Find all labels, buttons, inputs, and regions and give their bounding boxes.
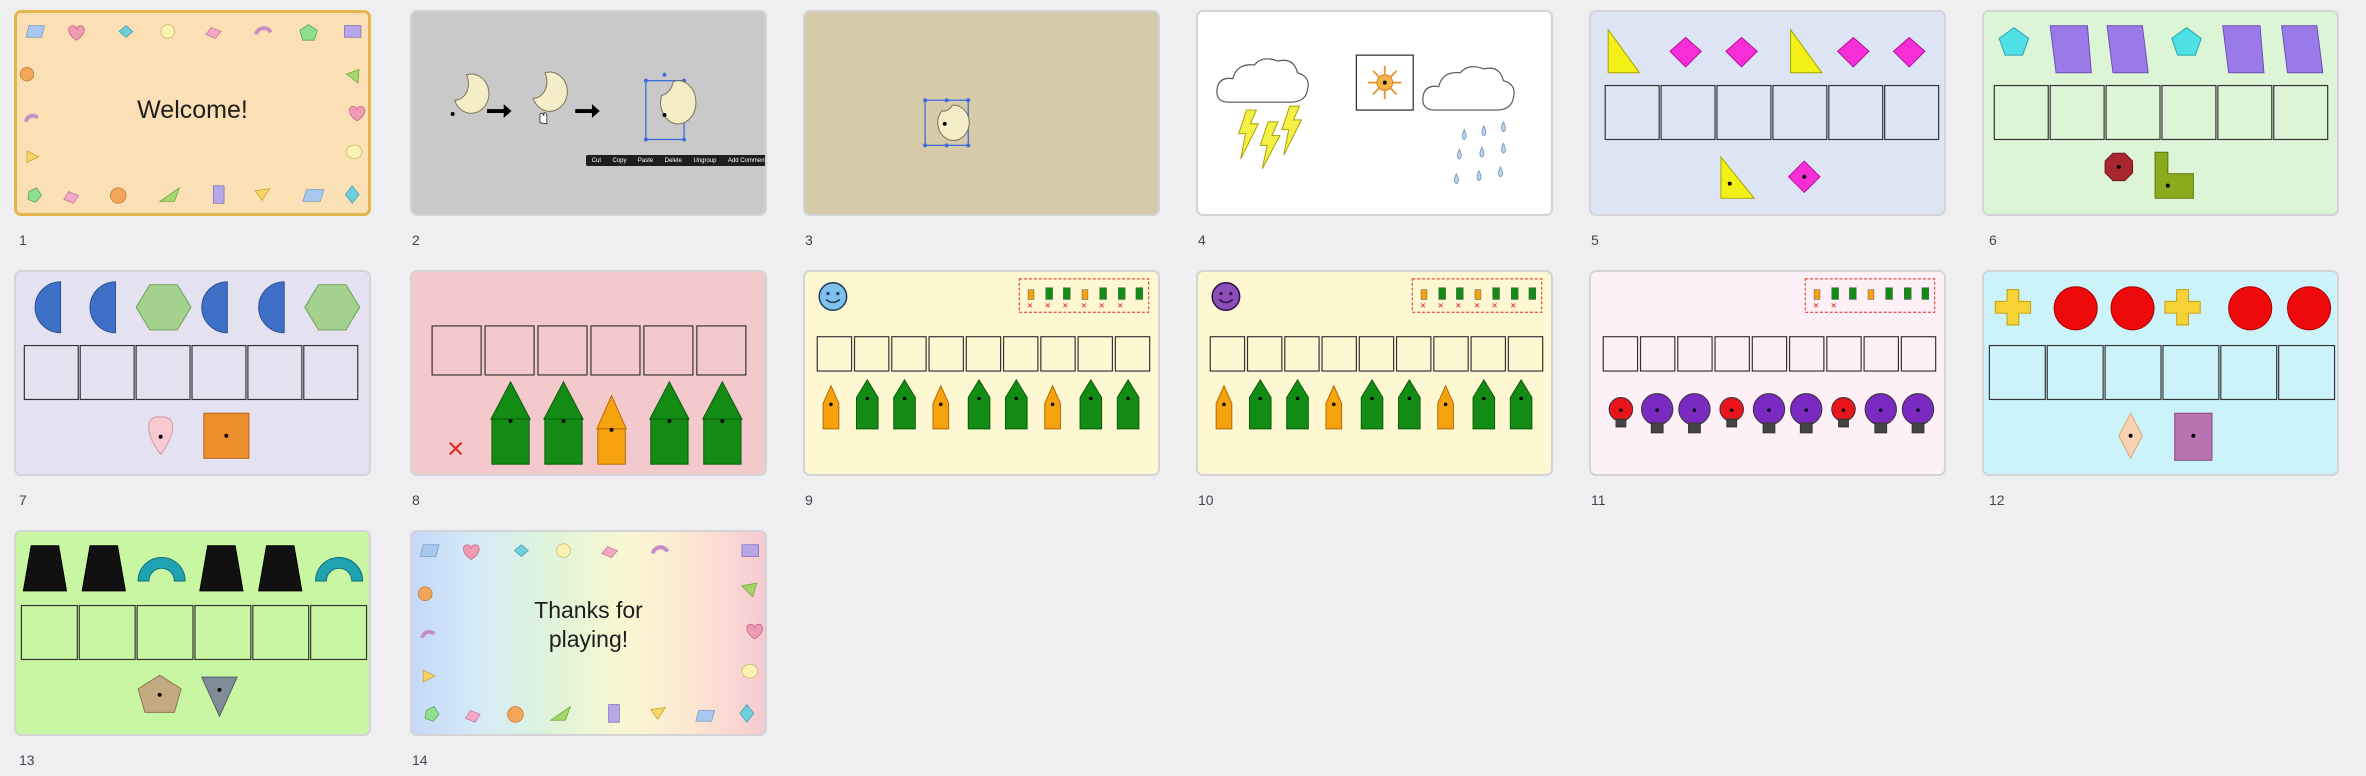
houses-with-smiley xyxy=(816,278,1151,430)
weather-scene xyxy=(1216,54,1515,185)
slide-title: Thanks for playing! xyxy=(412,596,765,654)
pattern-shapes xyxy=(20,545,368,718)
slide-number: 9 xyxy=(805,492,813,508)
slide-thumbnail-2[interactable]: Cut Copy Paste Delete Ungroup Add Commen… xyxy=(410,10,767,216)
pattern-shapes xyxy=(1993,25,2329,199)
moon-sequence xyxy=(450,71,697,142)
slide-number: 3 xyxy=(805,232,813,248)
slide-title: Welcome! xyxy=(137,96,248,124)
slide-thumbnail-10[interactable] xyxy=(1196,270,1553,476)
slide-thumbnail-9[interactable] xyxy=(803,270,1160,476)
slide-number: 7 xyxy=(19,492,27,508)
context-cut[interactable]: Cut xyxy=(592,158,601,164)
slide-thumbnail-12[interactable] xyxy=(1982,270,2339,476)
slide-title-line-1: Thanks for xyxy=(534,597,643,623)
slide-thumbnail-3[interactable] xyxy=(803,10,1160,216)
slide-number: 8 xyxy=(412,492,420,508)
moon-selected xyxy=(923,98,971,148)
slide-number: 12 xyxy=(1989,492,2005,508)
slide-thumbnail-1[interactable]: Welcome! xyxy=(14,10,371,216)
slide-thumbnail-11[interactable] xyxy=(1589,270,1946,476)
lightbulbs-pattern xyxy=(1602,278,1937,434)
pattern-shapes xyxy=(1604,28,1940,199)
slide-number: 6 xyxy=(1989,232,1997,248)
context-copy[interactable]: Copy xyxy=(612,158,626,164)
slide-number: 13 xyxy=(19,752,35,768)
slide-number: 14 xyxy=(412,752,428,768)
slide-thumbnail-13[interactable] xyxy=(14,530,371,736)
slide-number: 1 xyxy=(19,232,27,248)
slide-thumbnail-8[interactable] xyxy=(410,270,767,476)
context-add-comment[interactable]: Add Comment xyxy=(728,158,765,164)
slide-thumbnail-5[interactable] xyxy=(1589,10,1946,216)
houses-with-smiley xyxy=(1209,278,1544,430)
slide-number: 2 xyxy=(412,232,420,248)
slide-number: 5 xyxy=(1591,232,1599,248)
slide-number: 4 xyxy=(1198,232,1206,248)
houses-pattern xyxy=(431,325,747,465)
slide-title-line-2: playing! xyxy=(548,626,629,652)
slide-number: 10 xyxy=(1198,492,1214,508)
slide-thumbnail-6[interactable] xyxy=(1982,10,2339,216)
context-menu: Cut Copy Paste Delete Ungroup Add Commen… xyxy=(586,155,765,166)
pattern-shapes xyxy=(1988,286,2336,461)
slide-thumbnail-14[interactable]: Thanks for playing! xyxy=(410,530,767,736)
slide-thumbnail-7[interactable] xyxy=(14,270,371,476)
context-ungroup[interactable]: Ungroup xyxy=(693,158,716,164)
context-delete[interactable]: Delete xyxy=(665,158,682,164)
slide-thumbnail-4[interactable] xyxy=(1196,10,1553,216)
context-paste[interactable]: Paste xyxy=(638,158,653,164)
slide-number: 11 xyxy=(1591,492,1606,508)
pattern-shapes xyxy=(23,281,361,459)
